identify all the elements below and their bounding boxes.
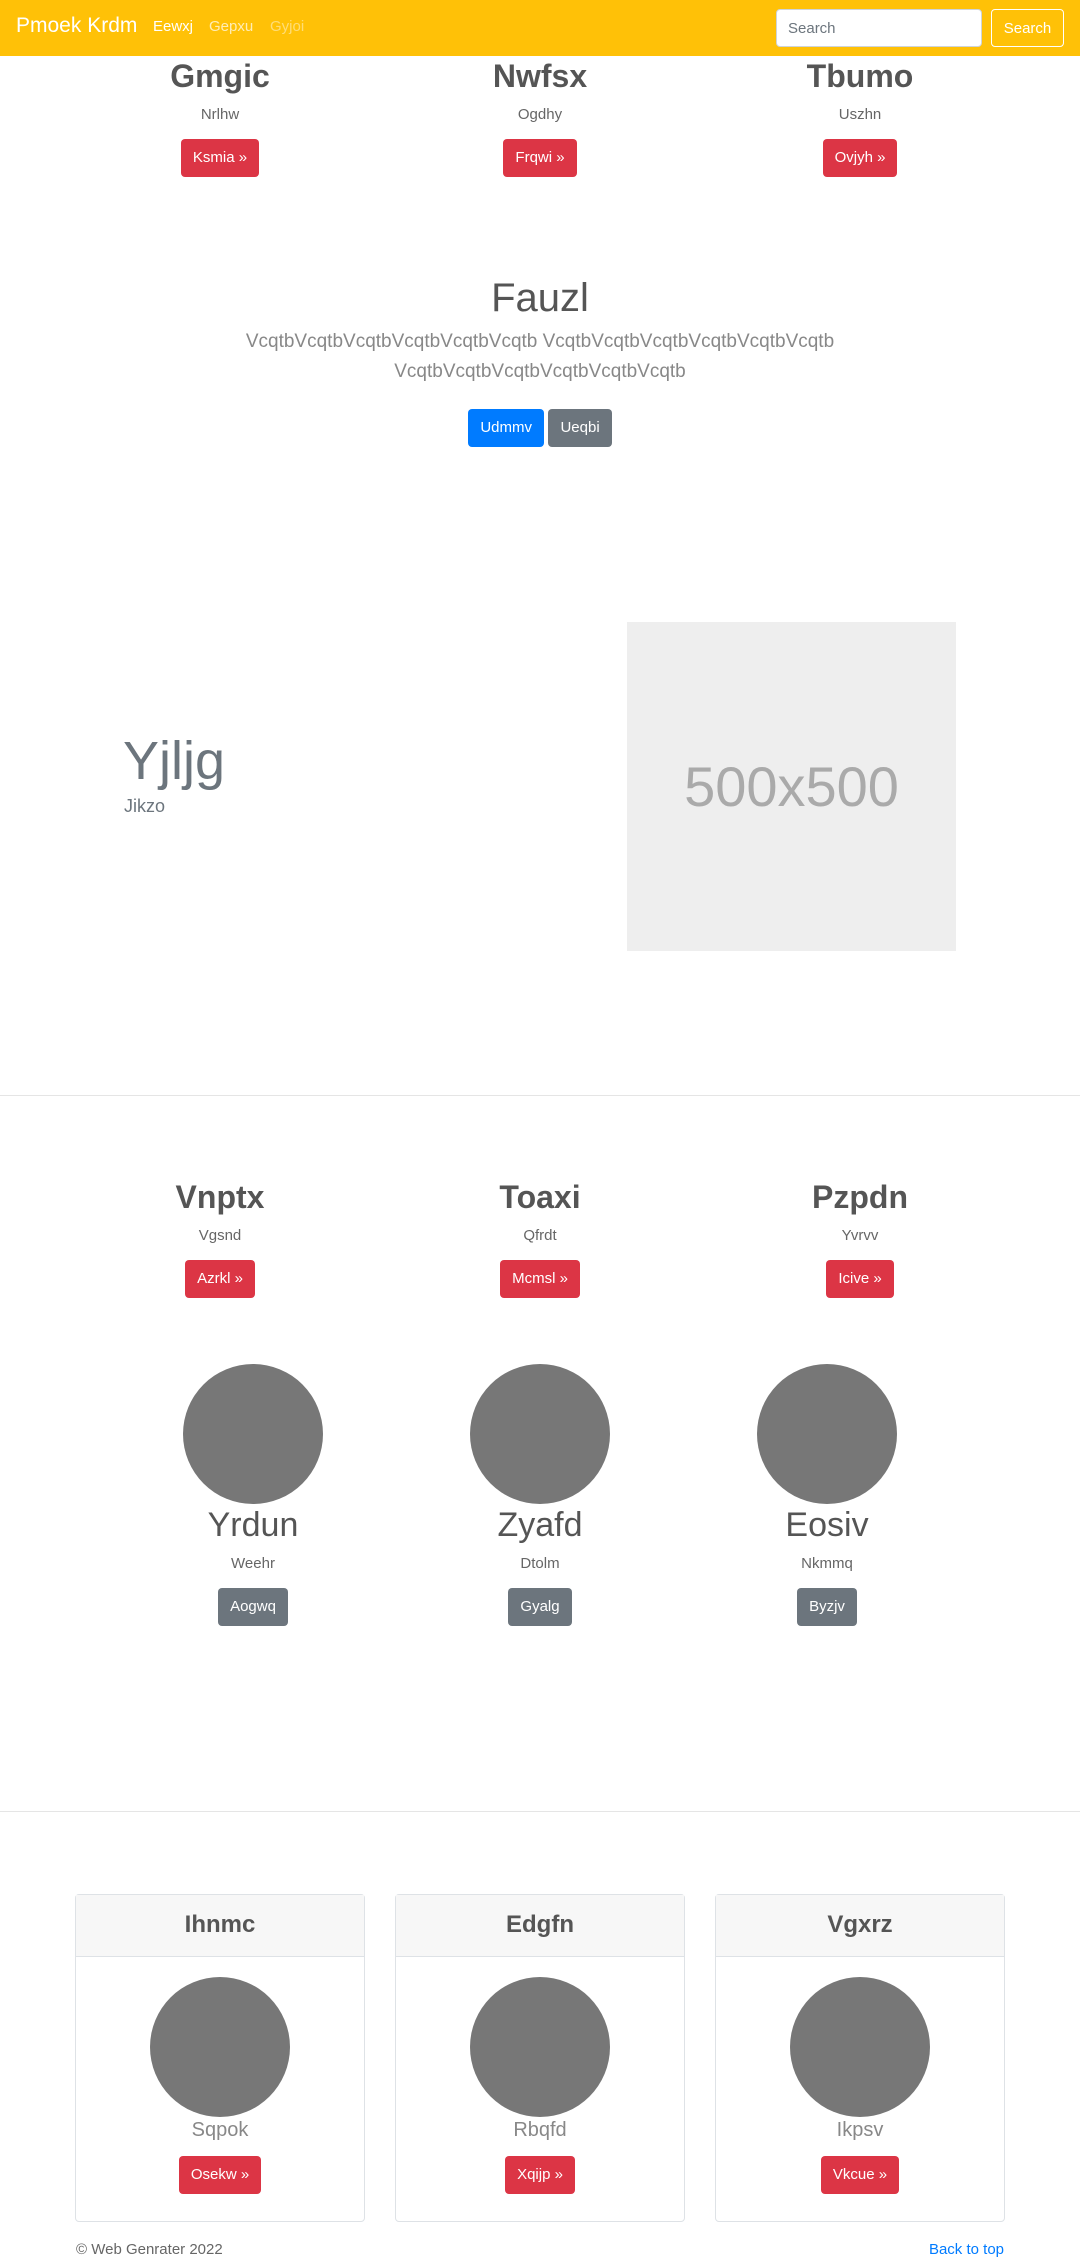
azrkl-button[interactable]: Azrkl » bbox=[185, 1260, 255, 1299]
card-subtitle: Ikpsv bbox=[836, 2119, 884, 2141]
feature-subtitle: Jikzo bbox=[124, 796, 166, 816]
person-name: Zyafd bbox=[497, 1506, 583, 1544]
column-subtitle: Nrlhw bbox=[200, 106, 240, 124]
section-divider bbox=[0, 1811, 1080, 1812]
nav-link-eewxj[interactable]: Eewxj bbox=[153, 18, 193, 35]
column-toaxi: Toaxi Qfrdt Mcmsl » bbox=[380, 1179, 700, 1299]
card-header: Edgfn bbox=[396, 1895, 684, 1957]
column-tbumo: Tbumo Uszhn Ovjyh » bbox=[700, 58, 1020, 178]
frqwi-button[interactable]: Frqwi » bbox=[503, 139, 577, 178]
udmmv-button[interactable]: Udmmv bbox=[468, 409, 544, 447]
person-subtitle: Weehr bbox=[231, 1555, 275, 1572]
column-subtitle: Vgsnd bbox=[198, 1227, 242, 1245]
column-pzpdn: Pzpdn Yvrvv Icive » bbox=[700, 1179, 1020, 1299]
nav-link-gepxu[interactable]: Gepxu bbox=[209, 18, 253, 35]
column-vnptx: Vnptx Vgsnd Azrkl » bbox=[60, 1179, 380, 1299]
column-title: Toaxi bbox=[499, 1179, 581, 1215]
person-subtitle: Dtolm bbox=[520, 1555, 560, 1572]
feature-title: Yjljg bbox=[123, 731, 226, 791]
section-divider bbox=[0, 1095, 1080, 1096]
ksmia-button[interactable]: Ksmia » bbox=[180, 139, 260, 178]
icive-button[interactable]: Icive » bbox=[826, 1260, 894, 1299]
ueqbi-button[interactable]: Ueqbi bbox=[548, 409, 612, 447]
xqijp-button[interactable]: Xqijp » bbox=[505, 2156, 575, 2194]
column-nwfsx: Nwfsx Ogdhy Frqwi » bbox=[380, 58, 700, 178]
avatar bbox=[150, 1977, 290, 2117]
osekw-button[interactable]: Osekw » bbox=[178, 2156, 262, 2194]
card-subtitle: Rbqfd bbox=[513, 2119, 567, 2141]
card-subtitle: Sqpok bbox=[191, 2119, 249, 2141]
vkcue-button[interactable]: Vkcue » bbox=[820, 2156, 900, 2194]
column-title: Nwfsx bbox=[492, 58, 588, 94]
person-subtitle: Nkmmq bbox=[801, 1555, 853, 1572]
search-input[interactable] bbox=[776, 9, 982, 47]
column-subtitle: Ogdhy bbox=[517, 106, 563, 124]
avatar bbox=[470, 1977, 610, 2117]
brand-link[interactable]: Pmoek Krdm bbox=[16, 14, 137, 38]
column-subtitle: Uszhn bbox=[838, 106, 882, 124]
gyalg-button[interactable]: Gyalg bbox=[508, 1588, 572, 1626]
card-ihnmc: Ihnmc Sqpok Osekw » bbox=[75, 1894, 365, 2222]
avatar bbox=[470, 1364, 610, 1504]
nav-link-gyjoi[interactable]: Gyjoi bbox=[270, 18, 304, 35]
mcmsl-button[interactable]: Mcmsl » bbox=[500, 1260, 580, 1299]
column-gmgic: Gmgic Nrlhw Ksmia » bbox=[60, 58, 380, 178]
person-name: Yrdun bbox=[207, 1506, 299, 1544]
navbar: Pmoek Krdm Eewxj Gepxu Gyjoi Search bbox=[0, 0, 1080, 56]
ovjyh-button[interactable]: Ovjyh » bbox=[822, 139, 898, 178]
footer-copyright: © Web Genrater 2022 bbox=[76, 2241, 223, 2258]
placeholder-image: 500x500 bbox=[627, 622, 956, 951]
column-title: Tbumo bbox=[806, 58, 914, 94]
card-edgfn: Edgfn Rbqfd Xqijp » bbox=[395, 1894, 685, 2222]
person-zyafd: Zyafd Dtolm Gyalg bbox=[380, 1364, 700, 1626]
card-header: Vgxrz bbox=[716, 1895, 1004, 1957]
byzjv-button[interactable]: Byzjv bbox=[797, 1588, 857, 1626]
column-title: Vnptx bbox=[175, 1179, 265, 1215]
card-vgxrz: Vgxrz Ikpsv Vkcue » bbox=[715, 1894, 1005, 2222]
jumbotron-lead: VcqtbVcqtbVcqtbVcqtbVcqtbVcqtb VcqtbVcqt… bbox=[245, 331, 835, 382]
avatar bbox=[790, 1977, 930, 2117]
column-title: Pzpdn bbox=[812, 1179, 908, 1215]
column-subtitle: Qfrdt bbox=[523, 1227, 557, 1245]
avatar bbox=[183, 1364, 323, 1504]
back-to-top-link[interactable]: Back to top bbox=[929, 2241, 1004, 2258]
search-button[interactable]: Search bbox=[991, 9, 1064, 47]
placeholder-image-label: 500x500 bbox=[684, 755, 899, 818]
column-title: Gmgic bbox=[170, 58, 270, 94]
avatar bbox=[757, 1364, 897, 1504]
person-name: Eosiv bbox=[785, 1506, 869, 1544]
person-eosiv: Eosiv Nkmmq Byzjv bbox=[667, 1364, 987, 1626]
jumbotron: Fauzl VcqtbVcqtbVcqtbVcqtbVcqtbVcqtb Vcq… bbox=[0, 276, 1080, 447]
person-yrdun: Yrdun Weehr Aogwq bbox=[93, 1364, 413, 1626]
jumbotron-title: Fauzl bbox=[491, 276, 589, 320]
column-subtitle: Yvrvv bbox=[841, 1227, 879, 1245]
card-header: Ihnmc bbox=[76, 1895, 364, 1957]
aogwq-button[interactable]: Aogwq bbox=[218, 1588, 288, 1626]
